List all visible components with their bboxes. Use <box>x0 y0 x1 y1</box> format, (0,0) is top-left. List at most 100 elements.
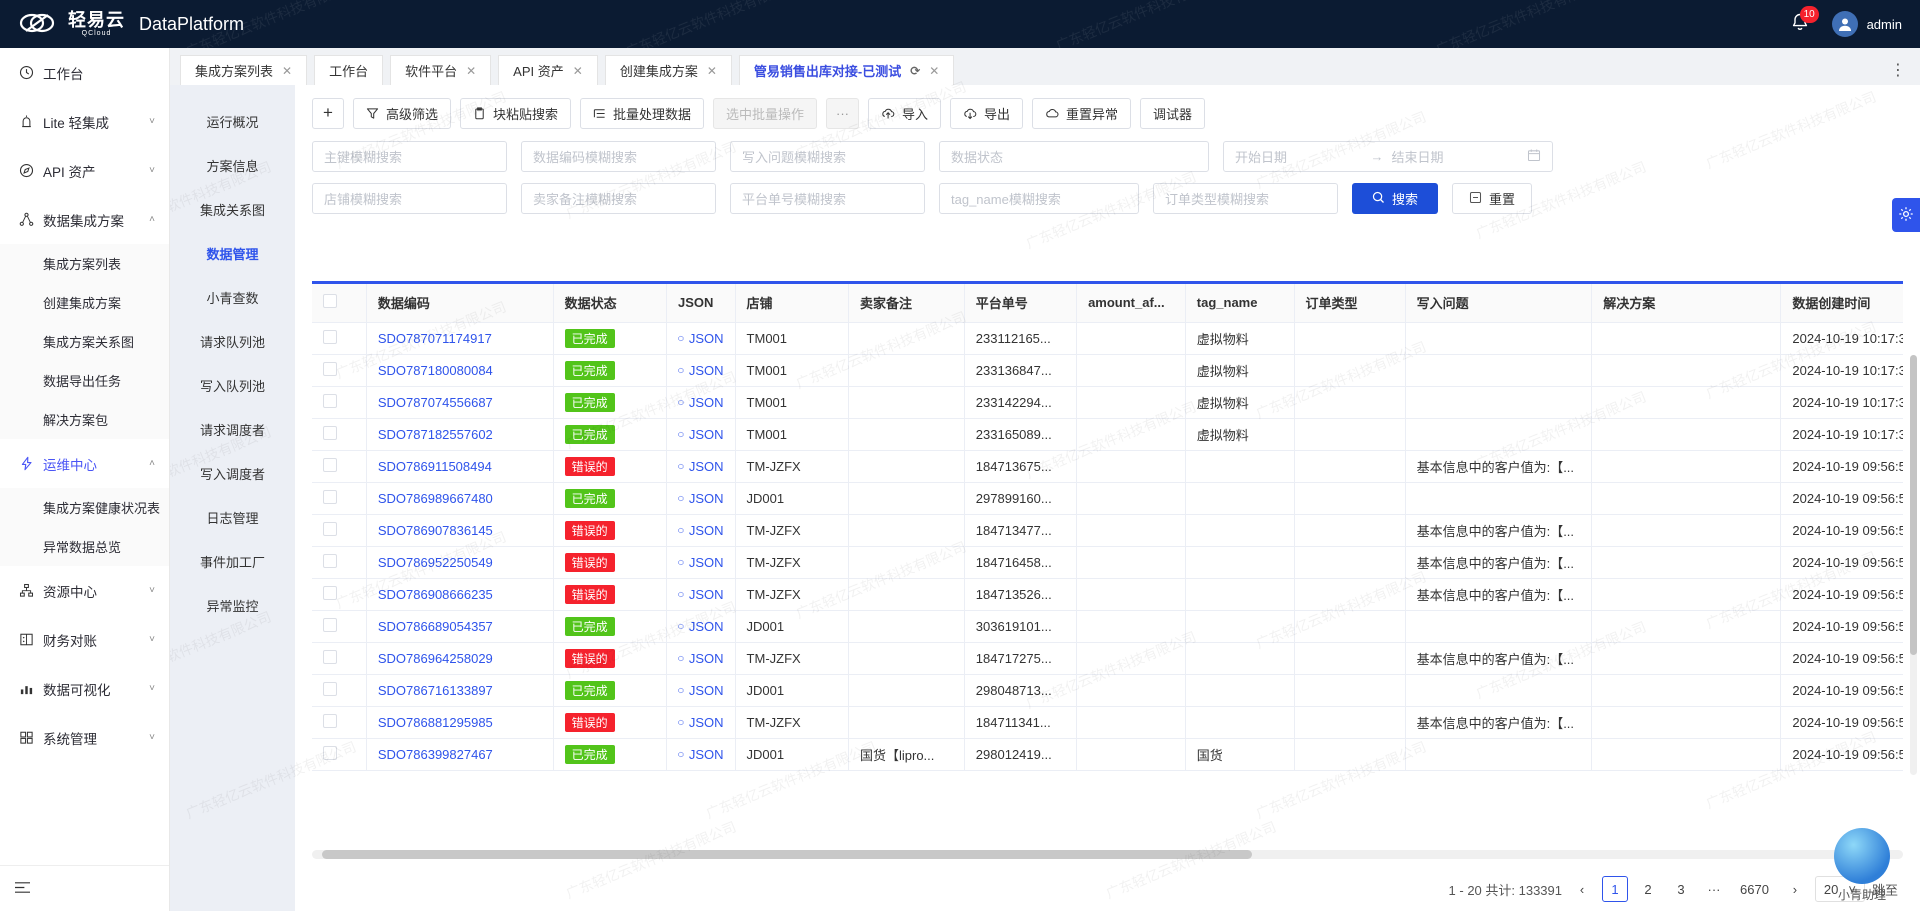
cell-data-code[interactable]: SDO786989667480 <box>366 482 553 514</box>
json-link[interactable]: JSON <box>678 427 724 442</box>
row-checkbox-cell[interactable] <box>312 322 366 354</box>
cell-json[interactable]: JSON <box>667 706 736 738</box>
sidebar-item-solution-list[interactable]: 集成方案列表 <box>0 244 169 283</box>
tab-guanyi-sales-outbound[interactable]: 管易销售出库对接-已测试 ⟳ ✕ <box>739 55 954 85</box>
table-row[interactable]: SDO786911508494错误的JSONTM-JZFX184713675..… <box>312 450 1903 482</box>
json-link[interactable]: JSON <box>678 395 724 410</box>
row-checkbox[interactable] <box>323 618 337 632</box>
close-icon[interactable]: ✕ <box>282 64 292 78</box>
last-page-button[interactable]: 6670 <box>1734 876 1775 902</box>
sidebar-item-workbench[interactable]: 工作台 <box>0 48 169 97</box>
notification-bell-button[interactable]: 10 <box>1790 12 1812 36</box>
tab-solution-list[interactable]: 集成方案列表 ✕ <box>180 55 307 85</box>
sidebar-item-health-table[interactable]: 集成方案健康状况表 <box>0 488 169 527</box>
col-solution[interactable]: 解决方案 <box>1592 284 1781 322</box>
table-row[interactable]: SDO787182557602已完成JSONTM001233165089...虚… <box>312 418 1903 450</box>
subnav-item-request-scheduler[interactable]: 请求调度者 <box>170 407 295 451</box>
table-row[interactable]: SDO786989667480已完成JSONJD001297899160...2… <box>312 482 1903 514</box>
col-data-status[interactable]: 数据状态 <box>553 284 666 322</box>
row-checkbox-cell[interactable] <box>312 610 366 642</box>
json-link[interactable]: JSON <box>678 363 724 378</box>
col-created-time[interactable]: 数据创建时间 <box>1781 284 1903 322</box>
data-code-link[interactable]: SDO787180080084 <box>378 363 493 378</box>
row-checkbox[interactable] <box>323 746 337 760</box>
reset-button[interactable]: 重置 <box>1452 183 1532 214</box>
subnav-item-xiaoqing-query[interactable]: 小青查数 <box>170 275 295 319</box>
subnav-item-write-scheduler[interactable]: 写入调度者 <box>170 451 295 495</box>
row-checkbox[interactable] <box>323 426 337 440</box>
tab-software-platform[interactable]: 软件平台 ✕ <box>390 55 491 85</box>
cell-data-code[interactable]: SDO786716133897 <box>366 674 553 706</box>
data-code-link[interactable]: SDO787071174917 <box>378 331 492 346</box>
row-checkbox[interactable] <box>323 554 337 568</box>
row-checkbox[interactable] <box>323 522 337 536</box>
sidebar-item-api-assets[interactable]: API 资产 ˅ <box>0 146 169 195</box>
sidebar-item-solution-diagram[interactable]: 集成方案关系图 <box>0 322 169 361</box>
paste-search-button[interactable]: 块粘贴搜索 <box>460 98 571 129</box>
table-row[interactable]: SDO787074556687已完成JSONTM001233142294...虚… <box>312 386 1903 418</box>
cell-json[interactable]: JSON <box>667 578 736 610</box>
data-table-container[interactable]: 数据编码 数据状态 JSON 店铺 卖家备注 平台单号 amount_af...… <box>312 281 1903 812</box>
primary-key-search-input[interactable]: 主键模糊搜索 <box>312 141 507 172</box>
sidebar-item-create-solution[interactable]: 创建集成方案 <box>0 283 169 322</box>
json-link[interactable]: JSON <box>678 555 724 570</box>
row-checkbox[interactable] <box>323 458 337 472</box>
data-code-search-input[interactable]: 数据编码模糊搜索 <box>521 141 716 172</box>
end-date-input[interactable]: 结束日期 <box>1392 147 1520 166</box>
json-link[interactable]: JSON <box>678 747 724 762</box>
data-status-select[interactable]: 数据状态 <box>939 141 1209 172</box>
row-checkbox-cell[interactable] <box>312 674 366 706</box>
user-menu[interactable]: admin <box>1832 11 1902 37</box>
sidebar-item-visualization[interactable]: 数据可视化 ˅ <box>0 664 169 713</box>
sidebar-item-resource-center[interactable]: 资源中心 ˅ <box>0 566 169 615</box>
json-link[interactable]: JSON <box>678 683 724 698</box>
more-vertical-icon[interactable]: ⋮ <box>1890 63 1906 85</box>
data-code-link[interactable]: SDO786908666235 <box>378 587 493 602</box>
row-checkbox[interactable] <box>323 586 337 600</box>
cell-data-code[interactable]: SDO786689054357 <box>366 610 553 642</box>
table-row[interactable]: SDO786689054357已完成JSONJD001303619101...2… <box>312 610 1903 642</box>
json-link[interactable]: JSON <box>678 651 724 666</box>
row-checkbox[interactable] <box>323 650 337 664</box>
more-options-button[interactable]: ··· <box>826 98 859 129</box>
col-order-type[interactable]: 订单类型 <box>1294 284 1405 322</box>
table-row[interactable]: SDO786907836145错误的JSONTM-JZFX184713477..… <box>312 514 1903 546</box>
close-icon[interactable]: ✕ <box>466 64 476 78</box>
prev-page-button[interactable]: ‹ <box>1569 876 1595 902</box>
shop-search-input[interactable]: 店铺模糊搜索 <box>312 183 507 214</box>
row-checkbox-cell[interactable] <box>312 706 366 738</box>
data-code-link[interactable]: SDO786911508494 <box>378 459 492 474</box>
row-checkbox-cell[interactable] <box>312 418 366 450</box>
select-all-checkbox[interactable] <box>323 294 337 308</box>
subnav-item-overview[interactable]: 运行概况 <box>170 99 295 143</box>
col-write-issue[interactable]: 写入问题 <box>1405 284 1592 322</box>
batch-process-button[interactable]: 批量处理数据 <box>580 98 704 129</box>
sidebar-item-system-management[interactable]: 系统管理 ˅ <box>0 713 169 762</box>
subnav-item-event-factory[interactable]: 事件加工厂 <box>170 539 295 583</box>
json-link[interactable]: JSON <box>678 331 724 346</box>
row-checkbox[interactable] <box>323 394 337 408</box>
write-issue-search-input[interactable]: 写入问题模糊搜索 <box>730 141 925 172</box>
cell-json[interactable]: JSON <box>667 738 736 770</box>
table-row[interactable]: SDO787180080084已完成JSONTM001233136847...虚… <box>312 354 1903 386</box>
cell-data-code[interactable]: SDO786907836145 <box>366 514 553 546</box>
data-code-link[interactable]: SDO786399827467 <box>378 747 493 762</box>
brand-logo[interactable]: 轻易云 QCloud <box>18 9 125 39</box>
platform-order-search-input[interactable]: 平台单号模糊搜索 <box>730 183 925 214</box>
row-checkbox-cell[interactable] <box>312 578 366 610</box>
table-row[interactable]: SDO786399827467已完成JSONJD001国货【lipro...29… <box>312 738 1903 770</box>
tag-name-search-input[interactable]: tag_name模糊搜索 <box>939 183 1139 214</box>
sidebar-item-finance[interactable]: 财务对账 ˅ <box>0 615 169 664</box>
subnav-item-exception-monitor[interactable]: 异常监控 <box>170 583 295 627</box>
tab-create-solution[interactable]: 创建集成方案 ✕ <box>605 55 732 85</box>
json-link[interactable]: JSON <box>678 715 724 730</box>
subnav-item-data-management[interactable]: 数据管理 <box>170 231 295 275</box>
data-code-link[interactable]: SDO787182557602 <box>378 427 493 442</box>
cell-json[interactable]: JSON <box>667 354 736 386</box>
col-data-code[interactable]: 数据编码 <box>366 284 553 322</box>
advanced-filter-button[interactable]: 高级筛选 <box>353 98 451 129</box>
sidebar-item-data-integration[interactable]: 数据集成方案 ˄ <box>0 195 169 244</box>
row-checkbox-cell[interactable] <box>312 642 366 674</box>
row-checkbox-cell[interactable] <box>312 354 366 386</box>
cell-json[interactable]: JSON <box>667 546 736 578</box>
